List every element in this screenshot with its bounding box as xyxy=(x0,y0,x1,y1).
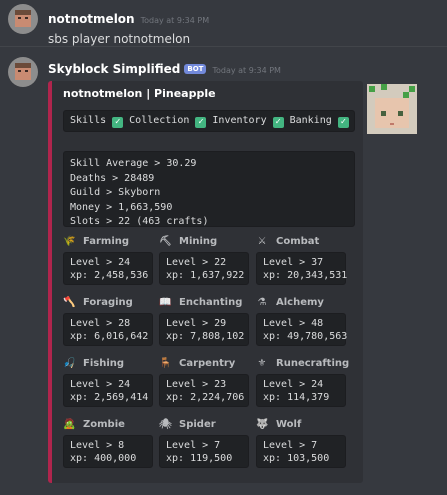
player-skin-thumbnail[interactable] xyxy=(367,84,417,134)
skill-farming-header: 🌾 Farming xyxy=(63,236,130,247)
fishing-rod-icon: 🎣 xyxy=(63,358,76,369)
skill-alchemy-box: Level > 48 xp: 49,780,563 xyxy=(256,313,347,346)
message-text: sbs player notnotmelon xyxy=(48,32,191,46)
avatar[interactable] xyxy=(8,4,38,34)
avatar-eye-right xyxy=(25,17,28,19)
skill-mining-header: ⛏ Mining xyxy=(159,236,218,247)
username[interactable]: notnotmelon xyxy=(48,12,135,26)
skill-runecrafting-header: ⚜ Runecrafting xyxy=(257,358,350,369)
skill-foraging-header: 🪓 Foraging xyxy=(63,297,133,308)
avatar-hair xyxy=(15,63,31,68)
skill-enchanting-box: Level > 29 xp: 7,808,102 xyxy=(159,313,249,346)
check-label-inventory: Inventory xyxy=(212,115,267,126)
skill-fishing-header: 🎣 Fishing xyxy=(63,358,125,369)
stat-deaths: Deaths > 28489 xyxy=(70,172,155,184)
stat-money: Money > 1,663,590 xyxy=(70,201,173,213)
skill-zombie-header: 🧟 Zombie xyxy=(63,419,125,430)
checkmark-icon: ✓ xyxy=(195,117,207,128)
check-label-collection: Collection xyxy=(129,115,190,126)
skill-carpentry-header: 🪑 Carpentry xyxy=(159,358,236,369)
embed: notnotmelon | Pineapple Skills ✓ Collecti… xyxy=(48,81,417,483)
timestamp: Today at 9:34 PM xyxy=(212,66,281,75)
leaf-pixel xyxy=(381,84,387,90)
skin-eye-left xyxy=(381,111,386,116)
skill-wolf-box: Level > 7 xp: 103,500 xyxy=(256,435,346,468)
skin-eye-right xyxy=(398,111,403,116)
chair-icon: 🪑 xyxy=(159,358,172,369)
api-status-row: Skills ✓ Collection ✓ Inventory ✓ Banking ✓ xyxy=(63,110,355,132)
bot-badge: BOT xyxy=(184,64,207,74)
skill-zombie-box: Level > 8 xp: 400,000 xyxy=(63,435,153,468)
checkmark-icon: ✓ xyxy=(112,117,124,128)
spider-icon: 🕷 xyxy=(159,419,172,430)
stat-guild: Guild > Skyborn xyxy=(70,187,161,198)
skill-spider-header: 🕷 Spider xyxy=(159,419,216,430)
skill-enchanting-header: 📖 Enchanting xyxy=(159,297,243,308)
stat-slots: Slots > 22 (463 crafts) xyxy=(70,216,209,227)
bot-avatar[interactable] xyxy=(8,57,38,87)
skin-mouth xyxy=(390,123,394,125)
bot-username[interactable]: Skyblock Simplified xyxy=(48,62,180,76)
pickaxe-icon: ⛏ xyxy=(159,236,172,247)
skill-wolf-header: 🐺 Wolf xyxy=(256,419,302,430)
wolf-icon: 🐺 xyxy=(256,419,269,430)
skill-alchemy-header: ⚗ Alchemy xyxy=(257,297,324,308)
stat-skill-average: Skill Average > 30.29 xyxy=(70,158,197,169)
avatar-hair xyxy=(15,10,31,15)
player-stats-block: Skill Average > 30.29 Deaths > 28489 Gui… xyxy=(63,151,355,227)
leaf-pixel xyxy=(369,86,375,92)
embed-title: notnotmelon | Pineapple xyxy=(63,87,216,100)
message-divider xyxy=(0,46,447,47)
skill-mining-box: Level > 22 xp: 1,637,922 xyxy=(159,252,249,285)
checkmark-icon: ✓ xyxy=(272,117,284,128)
avatar-eye-right xyxy=(25,70,28,72)
skill-farming-box: Level > 24 xp: 2,458,536 xyxy=(63,252,153,285)
avatar-eye-left xyxy=(18,17,21,19)
axe-icon: 🪓 xyxy=(63,297,76,308)
check-label-banking: Banking xyxy=(289,115,332,126)
skill-runecrafting-box: Level > 24 xp: 114,379 xyxy=(256,374,346,407)
book-icon: 📖 xyxy=(159,297,172,308)
crossed-swords-icon: ⚔ xyxy=(257,236,267,247)
checkmark-icon: ✓ xyxy=(337,117,349,128)
zombie-icon: 🧟 xyxy=(63,419,76,430)
check-label-skills: Skills xyxy=(70,115,107,126)
wheat-icon: 🌾 xyxy=(63,236,76,247)
fleur-de-lis-icon: ⚜ xyxy=(257,358,267,369)
skill-carpentry-box: Level > 23 xp: 2,224,706 xyxy=(159,374,249,407)
skill-foraging-box: Level > 28 xp: 6,016,642 xyxy=(63,313,153,346)
skill-combat-box: Level > 37 xp: 20,343,531 xyxy=(256,252,347,285)
skill-combat-header: ⚔ Combat xyxy=(257,236,320,247)
avatar-eye-left xyxy=(18,70,21,72)
timestamp: Today at 9:34 PM xyxy=(140,16,210,25)
skill-spider-box: Level > 7 xp: 119,500 xyxy=(159,435,249,468)
skill-fishing-box: Level > 24 xp: 2,569,414 xyxy=(63,374,153,407)
leaf-pixel xyxy=(409,86,415,92)
alembic-icon: ⚗ xyxy=(257,297,267,308)
